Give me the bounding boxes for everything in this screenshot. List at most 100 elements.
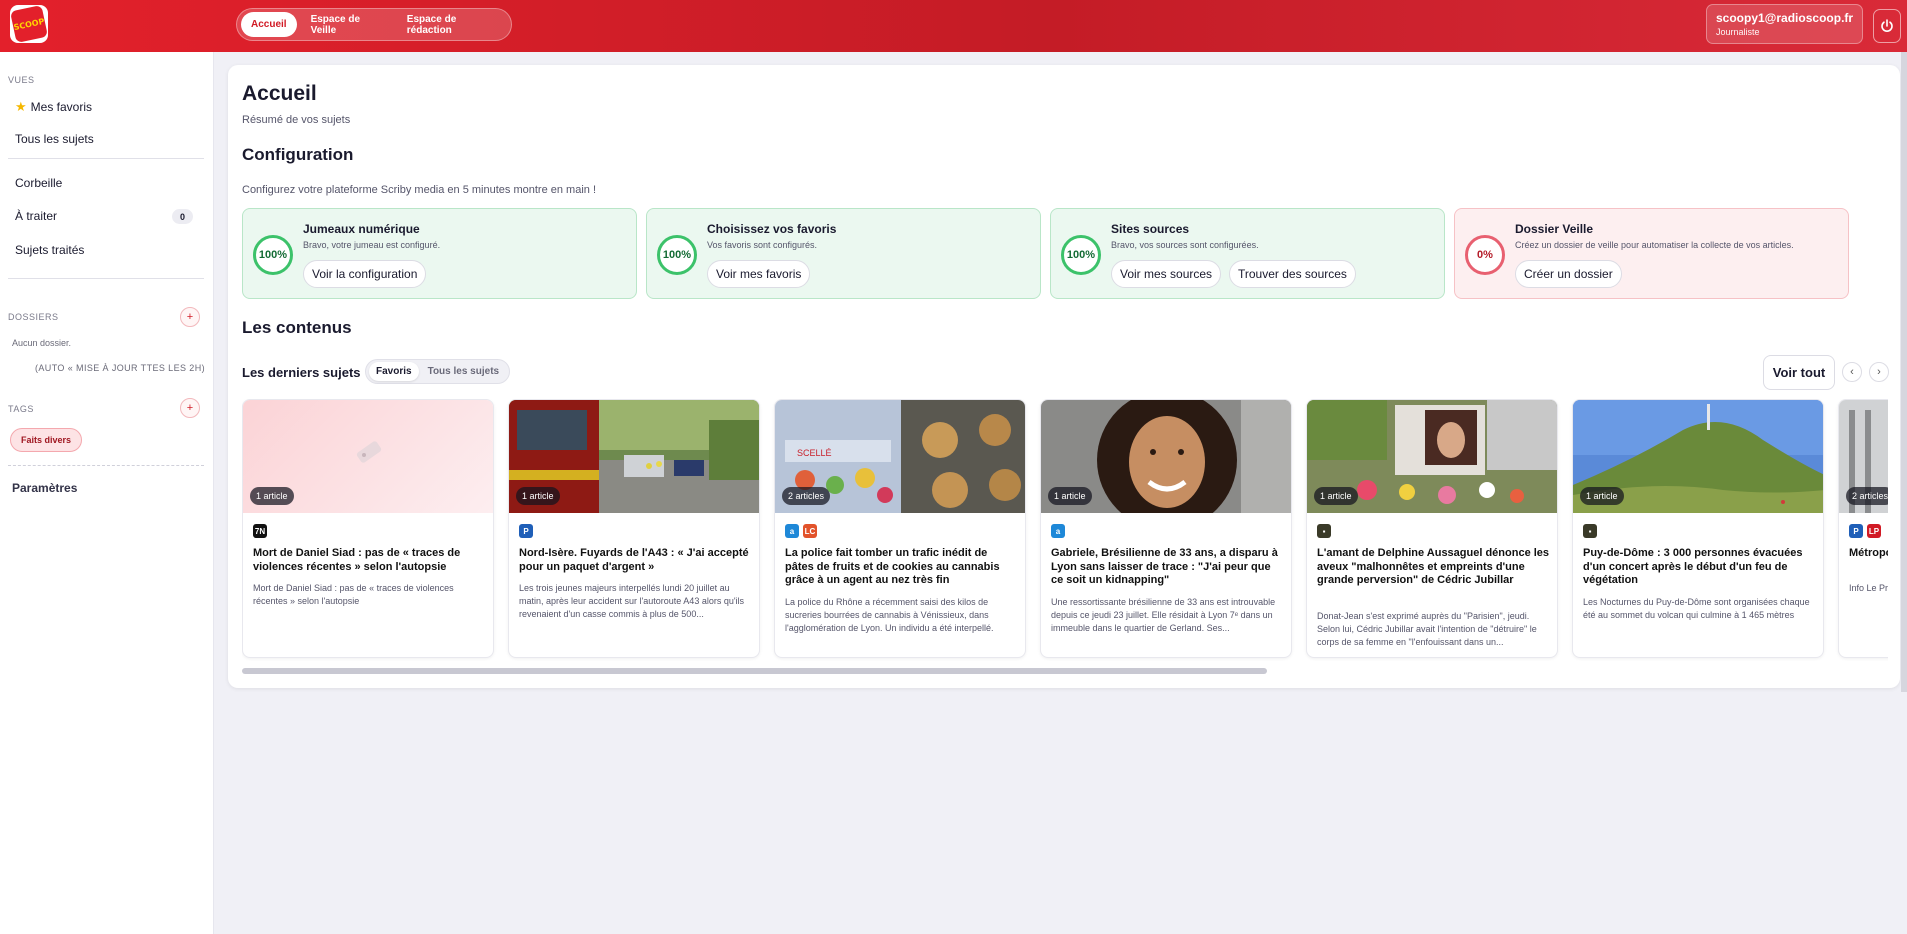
article-count-badge: 1 article [1048, 487, 1092, 505]
filter-tous-les-sujets[interactable]: Tous les sujets [421, 362, 507, 381]
page-title: Accueil [242, 82, 317, 105]
news-card[interactable]: SCELLÉ 2 articles a LC La police fait to… [774, 399, 1026, 658]
voir-tout-button[interactable]: Voir tout [1763, 355, 1835, 390]
config-card-title: Dossier Veille [1515, 222, 1594, 236]
config-card-text: Bravo, vos sources sont configurées. [1111, 240, 1259, 250]
star-icon: ★ [15, 99, 27, 114]
configuration-description: Configurez votre plateforme Scriby media… [242, 184, 596, 196]
article-count-badge: 1 article [250, 487, 294, 505]
news-card[interactable]: 1 article a Gabriele, Brésilienne de 33 … [1040, 399, 1292, 658]
source-actu-icon: a [1051, 524, 1065, 538]
card-title: Mort de Daniel Siad : pas de « traces de… [253, 547, 461, 573]
folders-note: (AUTO « MISE À JOUR TTES LES 2H) [35, 363, 206, 373]
progress-ring: 100% [657, 235, 697, 275]
user-email: scoopy1@radioscoop.fr [1716, 11, 1854, 25]
news-card[interactable]: 1 article ▪ Puy-de-Dôme : 3 000 personne… [1572, 399, 1824, 658]
main-panel: Accueil Résumé de vos sujets Configurati… [228, 65, 1900, 688]
source-logo-icon: ▪ [1317, 524, 1331, 538]
config-card-dossier-veille: 0% Dossier Veille Créez un dossier de ve… [1454, 208, 1849, 299]
config-card-title: Jumeaux numérique [303, 222, 420, 236]
svg-text:SCELLÉ: SCELLÉ [797, 448, 832, 458]
card-title: L'amant de Delphine Aussaguel dénonce le… [1317, 547, 1550, 586]
card-summary: Info Le Progrès été fait point d'arrêt d… [1849, 583, 1888, 593]
a-traiter-count: 0 [172, 209, 193, 224]
source-logo-icon: ▪ [1583, 524, 1597, 538]
configuration-heading: Configuration [242, 145, 354, 164]
article-count-badge: 2 articles [1846, 487, 1888, 505]
source-icons: ▪ [1583, 524, 1597, 538]
source-icons: ▪ [1317, 524, 1331, 538]
divider [8, 158, 204, 159]
source-icons: 7N [253, 524, 267, 538]
top-bar: SCOOP Accueil Espace de Veille Espace de… [0, 0, 1907, 52]
voir-sources-button[interactable]: Voir mes sources [1111, 260, 1222, 288]
config-card-text: Bravo, votre jumeau est configuré. [303, 240, 441, 250]
source-icons: a LC [785, 524, 817, 538]
user-menu[interactable]: scoopy1@radioscoop.fr Journaliste [1706, 4, 1863, 44]
config-card-title: Sites sources [1111, 222, 1190, 236]
voir-favoris-button[interactable]: Voir mes favoris [707, 260, 811, 288]
config-card-text: Vos favoris sont configurés. [707, 240, 818, 250]
sidebar-item-parametres[interactable]: Paramètres [12, 481, 77, 495]
logout-button[interactable] [1873, 9, 1901, 43]
config-card-text: Créez un dossier de veille pour automati… [1515, 240, 1794, 250]
sidebar-item-sujets-traites[interactable]: Sujets traités [15, 243, 84, 257]
sidebar-item-tous-les-sujets[interactable]: Tous les sujets [15, 132, 94, 146]
card-summary: Mort de Daniel Siad : pas de « traces de… [253, 583, 454, 606]
contents-heading: Les contenus [242, 318, 352, 337]
sidebar-item-corbeille[interactable]: Corbeille [15, 176, 62, 190]
article-count-badge: 1 article [516, 487, 560, 505]
source-le-parisien-icon: LP [1867, 524, 1881, 538]
source-progres-icon: P [1849, 524, 1863, 538]
logo-mark: SCOOP [10, 5, 48, 43]
voir-configuration-button[interactable]: Voir la configuration [303, 260, 427, 288]
sidebar-item-favoris[interactable]: ★ Mes favoris [15, 99, 92, 115]
source-icons: P LP [1849, 524, 1881, 538]
add-tag-button[interactable]: + [180, 398, 200, 418]
tab-accueil[interactable]: Accueil [241, 12, 297, 37]
article-count-badge: 2 articles [782, 487, 831, 505]
card-summary: Les Nocturnes du Puy-de-Dôme sont organi… [1583, 597, 1810, 620]
page-subtitle: Résumé de vos sujets [242, 114, 351, 126]
article-count-badge: 1 article [1580, 487, 1624, 505]
latest-subjects-label: Les derniers sujets [242, 365, 361, 380]
source-icons: P [519, 524, 533, 538]
news-card[interactable]: 1 article P Nord-Isère. Fuyards de l'A43… [508, 399, 760, 658]
add-folder-button[interactable]: + [180, 307, 200, 327]
progress-ring: 0% [1465, 235, 1505, 275]
news-card[interactable]: 2 articles P LP Métropole de Lyon : le p… [1838, 399, 1888, 658]
creer-dossier-button[interactable]: Créer un dossier [1515, 260, 1622, 288]
filter-favoris[interactable]: Favoris [369, 362, 419, 381]
next-arrow-button[interactable]: › [1869, 362, 1889, 382]
views-label: VUES [8, 75, 35, 85]
folders-label: DOSSIERS [8, 312, 59, 322]
card-title: Puy-de-Dôme : 3 000 personnes évacuées d… [1583, 547, 1803, 586]
prev-arrow-button[interactable]: ‹ [1842, 362, 1862, 382]
card-summary: Donat-Jean s'est exprimé auprès du "Pari… [1317, 611, 1537, 647]
sidebar-item-label: Mes favoris [30, 100, 93, 114]
config-card-jumeaux: 100% Jumeaux numérique Bravo, votre jume… [242, 208, 637, 299]
source-lyon-capitale-icon: LC [803, 524, 817, 538]
tags-label: TAGS [8, 404, 34, 414]
page-scrollbar[interactable] [1901, 52, 1907, 692]
card-summary: Les trois jeunes majeurs interpellés lun… [519, 583, 745, 619]
sidebar-item-a-traiter[interactable]: À traiter [15, 209, 57, 223]
source-icons: a [1051, 524, 1065, 538]
trouver-sources-button[interactable]: Trouver des sources [1229, 260, 1356, 288]
card-title: Gabriele, Brésilienne de 33 ans, a dispa… [1051, 547, 1278, 586]
config-card-title: Choisissez vos favoris [707, 222, 837, 236]
news-card[interactable]: 1 article 7N Mort de Daniel Siad : pas d… [242, 399, 494, 658]
main-nav: Accueil Espace de Veille Espace de rédac… [236, 8, 512, 41]
news-card[interactable]: 1 article ▪ L'amant de Delphine Aussague… [1306, 399, 1558, 658]
carousel-scrollbar[interactable] [242, 668, 1267, 674]
card-summary: Une ressortissante brésilienne de 33 ans… [1051, 597, 1276, 633]
tab-espace-de-redaction[interactable]: Espace de rédaction [397, 12, 507, 37]
radio-scoop-logo[interactable]: SCOOP [10, 5, 48, 43]
card-summary: La police du Rhône a récemment saisi des… [785, 597, 994, 633]
source-7n-icon: 7N [253, 524, 267, 538]
source-progres-icon: P [519, 524, 533, 538]
folders-empty-text: Aucun dossier. [12, 338, 72, 348]
tab-espace-de-veille[interactable]: Espace de Veille [301, 12, 393, 37]
tag-faits-divers[interactable]: Faits divers [10, 428, 83, 452]
config-card-sources: 100% Sites sources Bravo, vos sources so… [1050, 208, 1445, 299]
